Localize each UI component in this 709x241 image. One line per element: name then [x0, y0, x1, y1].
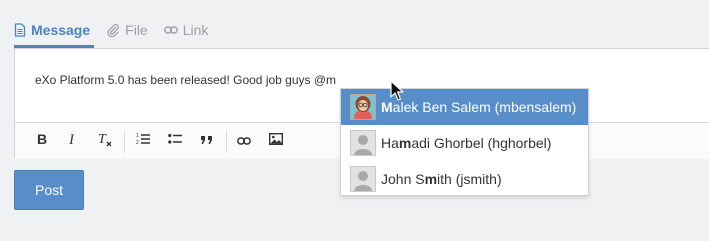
mention-item[interactable]: Malek Ben Salem (mbensalem)	[341, 89, 588, 125]
toolbar-divider	[124, 131, 125, 153]
remove-format-button[interactable]: T	[91, 123, 119, 159]
svg-text:1: 1	[136, 133, 139, 139]
mention-name: John Smith (jsmith)	[381, 171, 502, 187]
mouse-cursor-icon	[390, 80, 404, 101]
link-icon	[237, 132, 251, 150]
post-button[interactable]: Post	[14, 170, 84, 210]
italic-button[interactable]: I	[59, 123, 87, 159]
svg-text:T: T	[98, 132, 107, 147]
message-text[interactable]: eXo Platform 5.0 has been released! Good…	[35, 73, 336, 87]
remove-format-icon: T	[97, 131, 113, 152]
bold-button[interactable]: B	[28, 123, 56, 159]
tab-link-label: Link	[182, 22, 209, 38]
tab-file-label: File	[125, 22, 148, 38]
link-icon	[163, 25, 178, 35]
mention-suggestions: Malek Ben Salem (mbensalem) Hamadi Ghorb…	[340, 88, 589, 196]
bulleted-list-icon	[168, 132, 182, 150]
tab-file[interactable]: File	[106, 18, 148, 42]
quote-icon	[200, 132, 214, 150]
avatar	[350, 94, 376, 120]
svg-text:2: 2	[136, 140, 139, 145]
mention-name: Malek Ben Salem (mbensalem)	[381, 99, 577, 115]
mention-item[interactable]: Hamadi Ghorbel (hghorbel)	[341, 125, 588, 161]
toolbar-divider	[226, 131, 227, 153]
composer-tabs: Message File Link	[14, 18, 224, 48]
numbered-list-button[interactable]: 12	[129, 123, 157, 159]
insert-image-button[interactable]	[262, 123, 290, 159]
insert-link-button[interactable]	[230, 123, 258, 159]
tab-message[interactable]: Message	[14, 18, 90, 42]
tab-link[interactable]: Link	[163, 18, 209, 42]
svg-text:B: B	[37, 132, 47, 146]
image-icon	[268, 132, 284, 150]
bold-icon: B	[36, 131, 48, 151]
tab-message-label: Message	[31, 22, 91, 38]
avatar	[350, 166, 376, 192]
paperclip-icon	[106, 23, 120, 37]
avatar	[350, 130, 376, 156]
mention-item[interactable]: John Smith (jsmith)	[341, 161, 588, 197]
svg-text:I: I	[68, 132, 75, 146]
numbered-list-icon: 12	[136, 132, 150, 150]
bulleted-list-button[interactable]	[161, 123, 189, 159]
mention-name: Hamadi Ghorbel (hghorbel)	[381, 135, 552, 151]
document-icon	[14, 23, 26, 37]
italic-icon: I	[67, 132, 79, 151]
blockquote-button[interactable]	[193, 123, 221, 159]
